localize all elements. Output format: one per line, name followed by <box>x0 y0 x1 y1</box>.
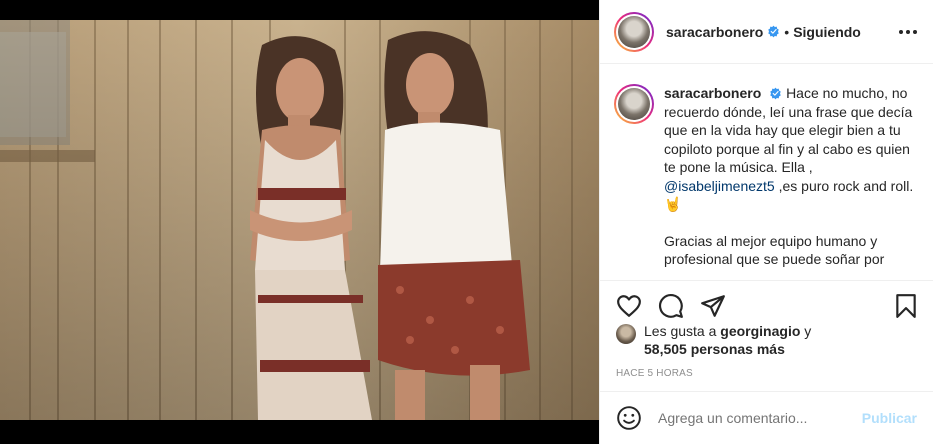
share-icon[interactable] <box>700 293 726 319</box>
liker-username[interactable]: georginagio <box>720 323 800 339</box>
header-separator: • <box>784 23 790 40</box>
likes-text: Les gusta a georginagio y 58,505 persona… <box>644 322 811 358</box>
liker-avatar[interactable] <box>616 324 636 344</box>
verified-icon <box>768 25 779 38</box>
comment-input[interactable] <box>658 410 862 426</box>
photo-frame <box>0 0 599 444</box>
caption-mention-link[interactable]: @isabeljimenezt5 <box>664 178 775 194</box>
post-photo-illustration <box>0 20 599 420</box>
comment-icon[interactable] <box>658 293 684 319</box>
post-timestamp[interactable]: HACE 5 HORAS <box>616 368 693 379</box>
caption-text: saracarbonero Hace no mucho, no recuerdo… <box>664 84 917 280</box>
likes-count[interactable]: 58,505 personas más <box>644 341 785 357</box>
likes-prefix: Les gusta a <box>644 323 717 339</box>
comment-bar: Publicar <box>600 391 933 444</box>
emoji-icon[interactable] <box>616 405 642 431</box>
bookmark-icon[interactable] <box>893 293 919 319</box>
publish-button[interactable]: Publicar <box>862 410 917 426</box>
caption-username[interactable]: saracarbonero <box>664 85 761 101</box>
likes-summary: Les gusta a georginagio y 58,505 persona… <box>616 322 917 358</box>
following-button[interactable]: Siguiendo <box>793 24 861 40</box>
caption-area: saracarbonero Hace no mucho, no recuerdo… <box>600 64 933 280</box>
author-avatar[interactable] <box>614 11 654 52</box>
caption-second-paragraph: Gracias al mejor equipo humano y profesi… <box>664 232 885 268</box>
post-image[interactable] <box>0 20 599 420</box>
likes-conjunction: y <box>804 323 812 339</box>
post-header: saracarbonero • Siguiendo <box>600 0 933 64</box>
caption-avatar[interactable] <box>614 84 654 124</box>
verified-icon <box>770 87 781 100</box>
author-username[interactable]: saracarbonero <box>666 24 763 40</box>
heart-icon[interactable] <box>616 293 642 319</box>
more-options-icon[interactable] <box>899 29 917 34</box>
post-side-panel: saracarbonero • Siguiendo saracarbonero … <box>599 0 933 444</box>
